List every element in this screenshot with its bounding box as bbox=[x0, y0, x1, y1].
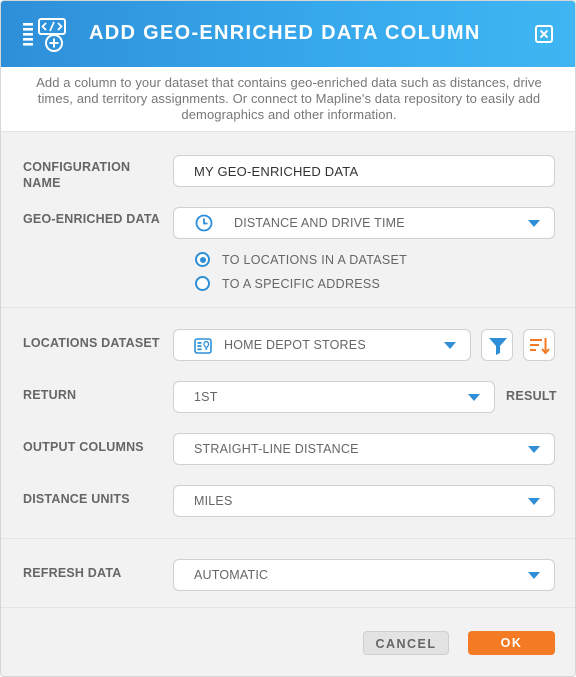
filter-icon bbox=[488, 337, 508, 360]
chevron-down-icon bbox=[528, 446, 540, 453]
result-label: RESULT bbox=[506, 389, 557, 403]
chevron-down-icon bbox=[468, 394, 480, 401]
output-columns-label: OUTPUT COLUMNS bbox=[23, 440, 144, 454]
radio-to-locations[interactable]: TO LOCATIONS IN A DATASET bbox=[195, 252, 407, 267]
radio-label: TO LOCATIONS IN A DATASET bbox=[222, 252, 408, 267]
distance-units-select[interactable]: MILES bbox=[173, 485, 555, 517]
radio-label: TO A SPECIFIC ADDRESS bbox=[222, 276, 381, 291]
dataset-icon bbox=[194, 338, 212, 357]
sort-icon bbox=[529, 337, 551, 360]
radio-to-address[interactable]: TO A SPECIFIC ADDRESS bbox=[195, 276, 380, 291]
locations-dataset-select[interactable]: HOME DEPOT STORES bbox=[173, 329, 471, 361]
distance-units-label: DISTANCE UNITS bbox=[23, 492, 130, 506]
chevron-down-icon bbox=[528, 220, 540, 227]
divider bbox=[1, 538, 575, 539]
refresh-data-value: AUTOMATIC bbox=[194, 568, 269, 582]
dialog-header: ADD GEO-ENRICHED DATA COLUMN bbox=[1, 1, 575, 67]
geo-enriched-data-select[interactable]: DISTANCE AND DRIVE TIME bbox=[173, 207, 555, 239]
close-icon[interactable] bbox=[535, 25, 553, 43]
radio-button[interactable] bbox=[195, 252, 210, 267]
add-data-column-icon bbox=[21, 17, 67, 53]
configuration-name-label: CONFIGURATION NAME bbox=[23, 160, 131, 190]
chevron-down-icon bbox=[528, 572, 540, 579]
return-label: RETURN bbox=[23, 388, 77, 402]
output-columns-select[interactable]: STRAIGHT-LINE DISTANCE bbox=[173, 433, 555, 465]
refresh-data-select[interactable]: AUTOMATIC bbox=[173, 559, 555, 591]
ok-button[interactable]: OK bbox=[468, 631, 555, 655]
distance-units-value: MILES bbox=[194, 494, 233, 508]
return-value: 1ST bbox=[194, 390, 218, 404]
chevron-down-icon bbox=[528, 498, 540, 505]
locations-dataset-label: LOCATIONS DATASET bbox=[23, 336, 160, 350]
radio-button[interactable] bbox=[195, 276, 210, 291]
configuration-name-input[interactable] bbox=[173, 155, 555, 187]
clock-icon bbox=[195, 214, 213, 235]
divider bbox=[1, 131, 575, 132]
refresh-data-label: REFRESH DATA bbox=[23, 566, 122, 580]
chevron-down-icon bbox=[444, 342, 456, 349]
return-select[interactable]: 1ST bbox=[173, 381, 495, 413]
sort-button[interactable] bbox=[523, 329, 555, 361]
geo-enriched-dialog: ADD GEO-ENRICHED DATA COLUMN Add a colum… bbox=[0, 0, 576, 677]
dialog-title: ADD GEO-ENRICHED DATA COLUMN bbox=[89, 22, 481, 44]
divider bbox=[1, 307, 575, 308]
dialog-description: Add a column to your dataset that contai… bbox=[1, 67, 575, 131]
output-columns-value: STRAIGHT-LINE DISTANCE bbox=[194, 442, 359, 456]
geo-enriched-data-label: GEO-ENRICHED DATA bbox=[23, 212, 160, 226]
cancel-button[interactable]: CANCEL bbox=[363, 631, 449, 655]
divider bbox=[1, 607, 575, 608]
filter-button[interactable] bbox=[481, 329, 513, 361]
